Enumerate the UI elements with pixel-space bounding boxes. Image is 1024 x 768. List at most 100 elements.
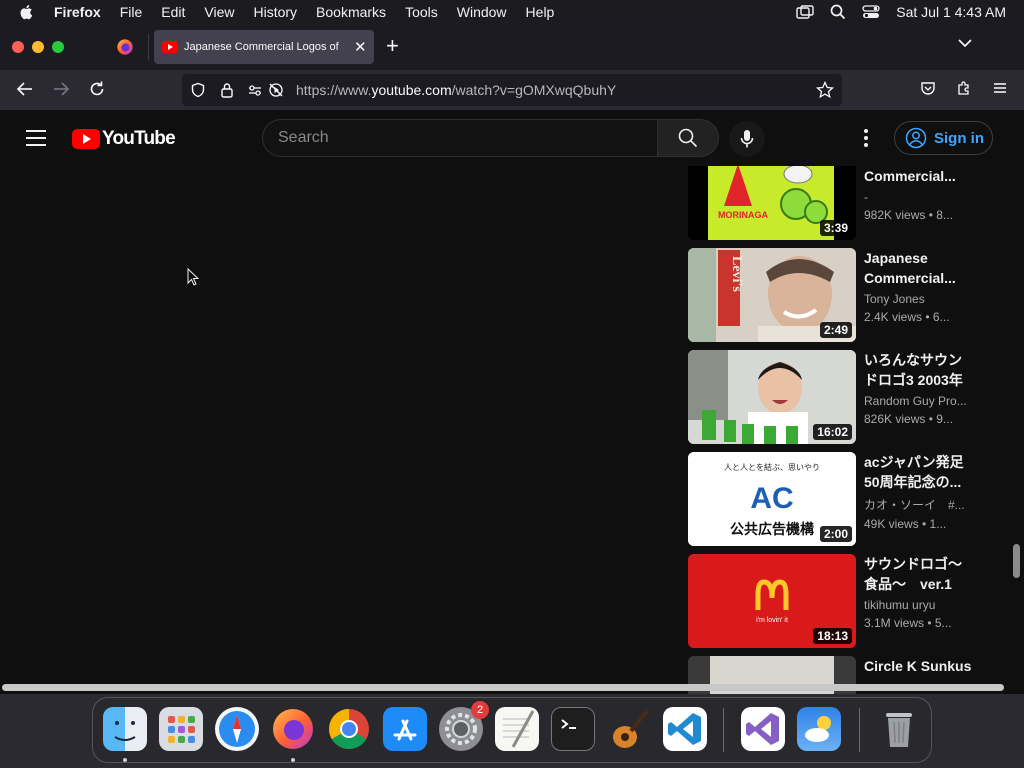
related-videos-list: MORINAGA 3:39 Commercial... - 982K views…	[688, 166, 988, 694]
video-title[interactable]: いろんなサウンドロゴ3 2003年	[864, 350, 974, 390]
ac-slogan-text: 人と人とを結ぶ、思いやり	[724, 462, 820, 472]
video-thumbnail[interactable]: 16:02	[688, 350, 856, 444]
launchpad-icon[interactable]	[159, 707, 203, 751]
horizontal-scrollbar-thumb[interactable]	[2, 684, 1004, 691]
video-meta: acジャパン発足50周年記念の... カオ・ソーイ #... 49K views…	[864, 452, 974, 531]
video-thumbnail[interactable]: i'm lovin' it 18:13	[688, 554, 856, 648]
close-window-button[interactable]	[12, 41, 24, 53]
close-tab-icon[interactable]: ✕	[354, 38, 367, 56]
bookmark-star-icon[interactable]	[816, 81, 834, 99]
garageband-icon[interactable]	[607, 707, 651, 751]
trash-icon[interactable]	[877, 707, 921, 751]
video-stats: 49K views • 1...	[864, 517, 947, 531]
url-bar[interactable]: https://www.youtube.com/watch?v=gOMXwqQb…	[182, 74, 842, 106]
video-channel[interactable]: Random Guy Pro...	[864, 394, 974, 408]
firefox-pinned-tab-icon[interactable]	[116, 38, 134, 56]
chrome-icon[interactable]	[327, 707, 371, 751]
video-title[interactable]: Commercial...	[864, 166, 974, 186]
tracking-protection-shield-icon[interactable]	[190, 82, 206, 98]
video-title[interactable]: サウンドロゴ～食品～ ver.1	[864, 554, 974, 594]
video-channel[interactable]: -	[864, 190, 974, 204]
control-center-icon[interactable]	[862, 5, 880, 19]
video-title[interactable]: Japanese Commercial...	[864, 248, 974, 288]
video-channel[interactable]: Tony Jones	[864, 292, 974, 306]
permissions-icon[interactable]	[248, 84, 262, 96]
video-thumbnail[interactable]: MORINAGA 3:39	[688, 166, 856, 240]
voice-search-button[interactable]	[729, 121, 765, 157]
forward-arrow-icon[interactable]	[52, 80, 70, 98]
visual-studio-icon[interactable]	[741, 707, 785, 751]
settings-kebab-icon[interactable]	[856, 126, 876, 150]
related-video-item[interactable]: 16:02 いろんなサウンドロゴ3 2003年 Random Guy Pro..…	[688, 350, 988, 444]
vertical-scrollbar-thumb[interactable]	[1013, 544, 1020, 578]
spotlight-search-icon[interactable]	[830, 4, 846, 20]
url-text[interactable]: https://www.youtube.com/watch?v=gOMXwqQb…	[296, 82, 616, 98]
menu-window[interactable]: Window	[457, 4, 507, 20]
morinaga-brand-text: MORINAGA	[718, 210, 768, 220]
menu-edit[interactable]: Edit	[161, 4, 185, 20]
video-title[interactable]: acジャパン発足50周年記念の...	[864, 452, 974, 492]
video-channel[interactable]: カオ・ソーイ #...	[864, 496, 974, 513]
video-stats: 982K views • 8...	[864, 208, 953, 222]
youtube-logo[interactable]: YouTube	[72, 128, 176, 150]
new-tab-button[interactable]: +	[386, 35, 399, 57]
active-tab[interactable]: Japanese Commercial Logos of ✕	[154, 30, 374, 64]
menu-bookmarks[interactable]: Bookmarks	[316, 4, 386, 20]
levis-brand-text: Levi's	[729, 256, 744, 292]
weather-icon[interactable]	[797, 707, 841, 751]
app-menu-icon[interactable]	[992, 80, 1008, 96]
vscode-icon[interactable]	[663, 707, 707, 751]
menu-view[interactable]: View	[204, 4, 234, 20]
apple-menu-icon[interactable]	[18, 3, 36, 21]
video-meta: いろんなサウンドロゴ3 2003年 Random Guy Pro... 826K…	[864, 350, 974, 426]
firefox-dock-icon[interactable]	[271, 707, 315, 751]
related-video-item[interactable]: 人と人とを結ぶ、思いやり AC 公共広告機構 2:00 acジャパン発足50周年…	[688, 452, 988, 546]
search-input[interactable]	[263, 120, 657, 156]
sign-in-label: Sign in	[934, 129, 984, 147]
video-thumbnail[interactable]: Levi's 2:49	[688, 248, 856, 342]
search-icon	[678, 128, 698, 148]
tab-bar: Japanese Commercial Logos of ✕ +	[0, 24, 1024, 70]
pocket-icon[interactable]	[920, 80, 936, 96]
finder-running-indicator	[123, 758, 127, 762]
menu-history[interactable]: History	[253, 4, 297, 20]
ac-logo-text: AC	[750, 482, 793, 515]
related-video-item[interactable]: Levi's 2:49 Japanese Commercial... Tony …	[688, 248, 988, 342]
mouse-pointer-icon	[187, 268, 199, 286]
macos-dock: 2	[92, 697, 932, 763]
terminal-icon[interactable]	[551, 707, 595, 751]
related-video-item[interactable]: i'm lovin' it 18:13 サウンドロゴ～食品～ ver.1 tik…	[688, 554, 988, 648]
related-video-item[interactable]: MORINAGA 3:39 Commercial... - 982K views…	[688, 166, 988, 240]
minimize-window-button[interactable]	[32, 41, 44, 53]
youtube-play-icon	[72, 129, 100, 149]
textedit-icon[interactable]	[495, 707, 539, 751]
youtube-wordmark: YouTube	[102, 128, 176, 149]
app-store-icon[interactable]	[383, 707, 427, 751]
guide-menu-icon[interactable]	[26, 130, 46, 146]
system-settings-icon[interactable]: 2	[439, 701, 489, 751]
video-stats: 826K views • 9...	[864, 412, 953, 426]
sign-in-button[interactable]: Sign in	[894, 121, 993, 155]
mcdonalds-tagline-text: i'm lovin' it	[756, 617, 788, 624]
video-channel[interactable]: tikihumu uryu	[864, 598, 974, 612]
lock-icon[interactable]	[220, 82, 234, 98]
finder-icon[interactable]	[103, 707, 147, 751]
firefox-window: Japanese Commercial Logos of ✕ + https:/…	[0, 24, 1024, 694]
menu-help[interactable]: Help	[526, 4, 555, 20]
menu-tools[interactable]: Tools	[405, 4, 438, 20]
back-arrow-icon[interactable]	[16, 80, 34, 98]
list-all-tabs-icon[interactable]	[958, 38, 972, 48]
autoplay-blocked-icon[interactable]	[268, 82, 284, 98]
extensions-icon[interactable]	[956, 80, 972, 96]
zoom-window-button[interactable]	[52, 41, 64, 53]
menubar-clock[interactable]: Sat Jul 1 4:43 AM	[896, 4, 1006, 20]
video-thumbnail[interactable]: 人と人とを結ぶ、思いやり AC 公共広告機構 2:00	[688, 452, 856, 546]
notification-badge: 2	[471, 701, 489, 719]
safari-icon[interactable]	[215, 707, 259, 751]
search-button[interactable]	[657, 119, 719, 157]
window-switcher-icon[interactable]	[796, 5, 814, 19]
firefox-running-indicator	[291, 758, 295, 762]
menu-file[interactable]: File	[120, 4, 143, 20]
menu-app-name[interactable]: Firefox	[54, 4, 101, 20]
reload-icon[interactable]	[88, 80, 106, 98]
